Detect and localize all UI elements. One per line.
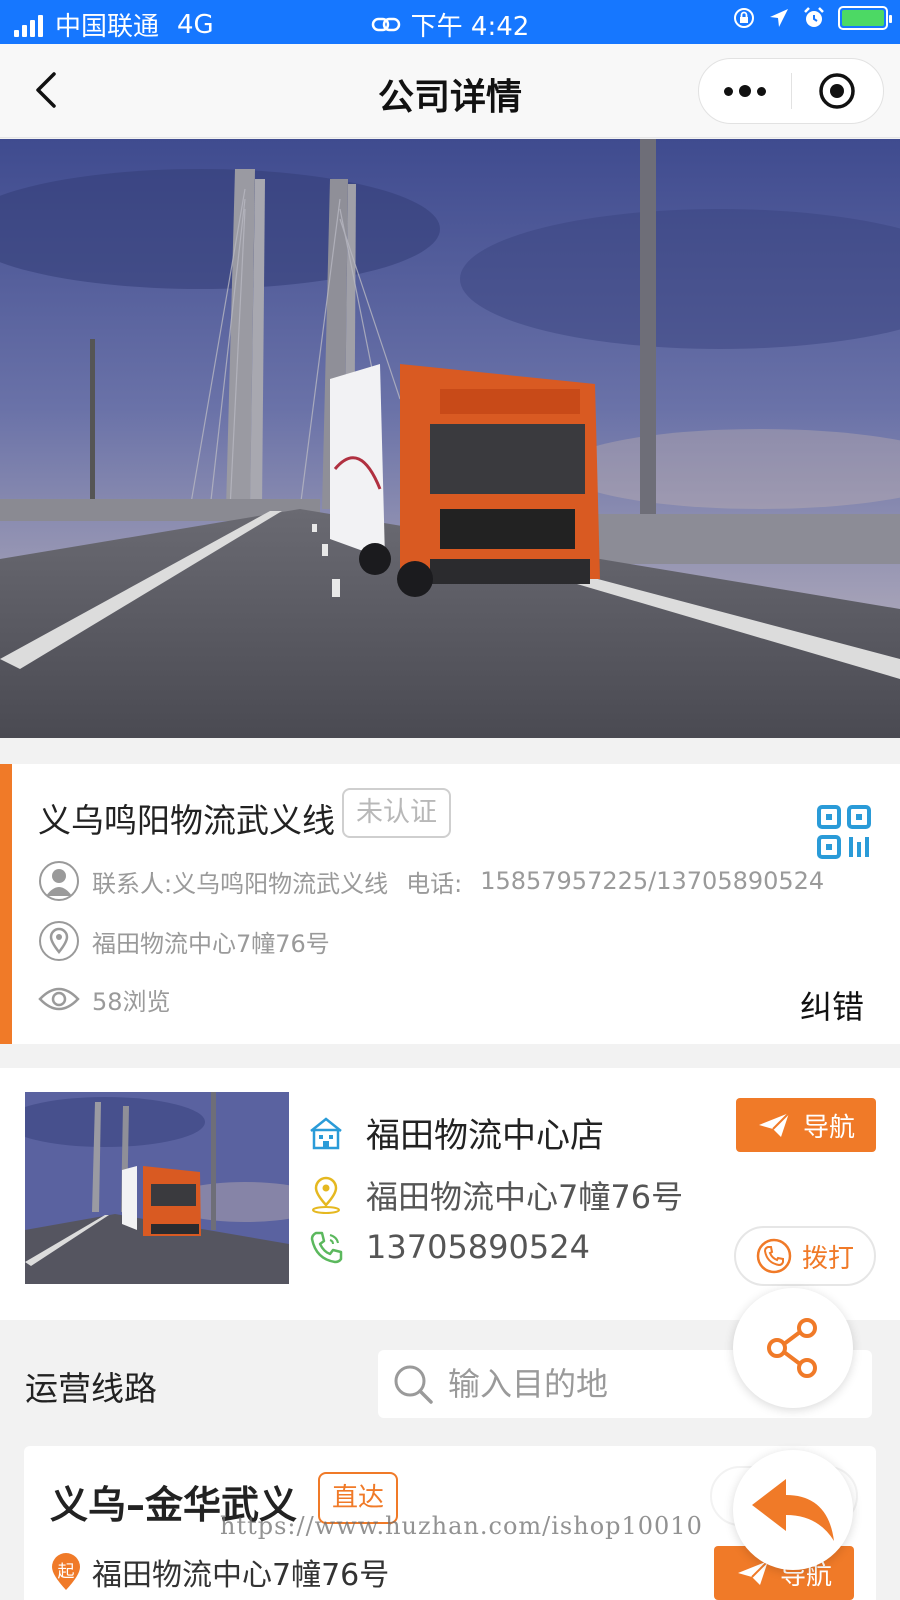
views-row: 58浏览 xyxy=(38,978,171,1020)
watermark-text: https://www.huzhan.com/ishop10010 xyxy=(220,1512,703,1540)
close-miniprogram-button[interactable] xyxy=(792,59,884,123)
clock-time: 下午 4:42 xyxy=(410,12,530,42)
phone-label: 电话: xyxy=(406,869,463,898)
route-start-address: 福田物流中心7幢76号 xyxy=(92,1558,390,1593)
more-menu-button[interactable] xyxy=(699,59,791,123)
store-name-row: 福田物流中心店 xyxy=(308,1108,604,1157)
return-arrow-icon xyxy=(752,1479,834,1541)
store-name: 福田物流中心店 xyxy=(366,1116,604,1156)
company-info-card: 义乌鸣阳物流武义线 未认证 联系人:义乌鸣阳物流武义线 电话: 15857957… xyxy=(0,764,900,1044)
call-button[interactable]: 拨打 xyxy=(734,1226,876,1286)
navigate-label: 导航 xyxy=(802,1112,855,1143)
building-icon xyxy=(308,1115,344,1151)
store-phone-row: 13705890524 xyxy=(308,1228,590,1266)
call-label: 拨打 xyxy=(801,1243,854,1274)
start-pin-icon: 起 xyxy=(50,1553,82,1591)
store-address: 福田物流中心7幢76号 xyxy=(366,1178,684,1216)
start-marker-label: 起 xyxy=(57,1562,75,1582)
qr-code-icon[interactable] xyxy=(816,804,872,864)
company-name: 义乌鸣阳物流武义线 xyxy=(38,801,335,840)
battery-icon xyxy=(838,6,892,30)
store-card: 福田物流中心店 福田物流中心7幢76号 13705890524 导航 拨打 xyxy=(0,1068,900,1320)
routes-section-title: 运营线路 xyxy=(25,1369,157,1408)
call-icon xyxy=(756,1238,792,1274)
view-count: 58浏览 xyxy=(92,987,171,1016)
status-bar: 中国联通 4G 下午 4:42 xyxy=(0,0,900,44)
person-icon xyxy=(38,860,80,902)
orientation-lock-icon xyxy=(734,8,754,28)
eye-icon xyxy=(38,978,80,1020)
map-pin-icon xyxy=(308,1176,344,1214)
store-address-row: 福田物流中心7幢76号 xyxy=(308,1172,683,1218)
nav-bar: 公司详情 xyxy=(0,44,900,138)
location-pin-icon xyxy=(38,920,80,962)
address-row: 福田物流中心7幢76号 xyxy=(38,920,330,962)
store-phone[interactable]: 13705890524 xyxy=(366,1228,590,1266)
report-error-link[interactable]: 纠错 xyxy=(800,982,864,1028)
contact-text: 联系人:义乌鸣阳物流武义线 xyxy=(92,869,389,898)
location-arrow-icon xyxy=(770,9,788,27)
company-address: 福田物流中心7幢76号 xyxy=(92,929,330,958)
miniprogram-capsule xyxy=(698,58,884,124)
paper-plane-icon xyxy=(758,1112,790,1137)
uncertified-badge: 未认证 xyxy=(342,788,451,838)
target-icon xyxy=(819,73,855,109)
alarm-icon xyxy=(804,7,824,27)
share-button[interactable] xyxy=(733,1288,853,1408)
store-navigate-button[interactable]: 导航 xyxy=(736,1098,876,1152)
share-icon xyxy=(767,1318,817,1378)
store-thumbnail xyxy=(25,1092,289,1284)
route-start-row: 起 福田物流中心7幢76号 xyxy=(50,1550,389,1594)
phone-icon xyxy=(308,1229,344,1265)
return-button[interactable] xyxy=(733,1450,853,1570)
phone-numbers[interactable]: 15857957225/13705890524 xyxy=(480,867,824,895)
contact-row: 联系人:义乌鸣阳物流武义线 电话: 15857957225/1370589052… xyxy=(38,860,824,902)
link-icon xyxy=(371,17,400,31)
more-dots-icon xyxy=(723,86,733,96)
search-icon xyxy=(394,1365,433,1404)
hero-image xyxy=(0,139,900,738)
